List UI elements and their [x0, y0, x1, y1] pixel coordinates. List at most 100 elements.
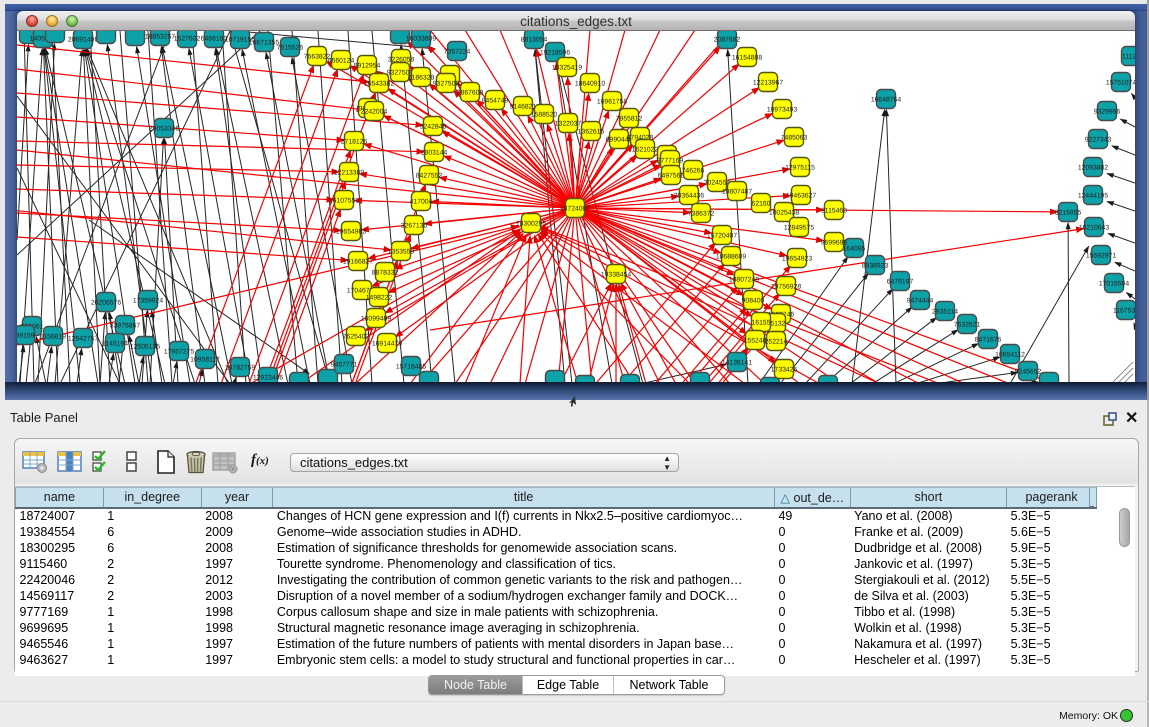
svg-text:9327508: 9327508	[433, 81, 460, 88]
svg-text:17359924: 17359924	[133, 298, 163, 305]
svg-text:7625402: 7625402	[343, 334, 370, 341]
svg-text:1145194: 1145194	[102, 341, 128, 348]
svg-text:9115460: 9115460	[821, 208, 847, 215]
svg-text:9457771: 9457771	[331, 362, 358, 369]
svg-text:19338454: 19338454	[601, 272, 631, 279]
svg-text:14136141: 14136141	[722, 360, 752, 367]
svg-text:16099489: 16099489	[361, 316, 391, 323]
svg-text:62160: 62160	[752, 201, 771, 208]
svg-text:164095: 164095	[843, 246, 866, 253]
svg-text:9777169: 9777169	[657, 158, 684, 165]
svg-text:7485063: 7485063	[781, 135, 808, 142]
svg-text:7357224: 7357224	[444, 49, 471, 56]
svg-text:16154808: 16154808	[732, 55, 762, 62]
svg-text:17016504: 17016504	[1099, 281, 1129, 288]
svg-text:20206576: 20206576	[91, 300, 121, 307]
svg-text:19654923: 19654923	[782, 256, 812, 263]
svg-text:8938923: 8938923	[862, 263, 889, 270]
svg-text:8427552: 8427552	[416, 173, 443, 180]
svg-text:7663822: 7663822	[304, 54, 331, 61]
svg-text:39159: 39159	[17, 333, 35, 340]
svg-text:19756928: 19756928	[771, 284, 801, 291]
svg-text:7632621: 7632621	[954, 322, 981, 329]
svg-text:9699695: 9699695	[821, 240, 848, 247]
svg-text:8215955: 8215955	[1055, 210, 1082, 217]
svg-text:19166827: 19166827	[343, 259, 373, 266]
svg-text:9245652: 9245652	[1015, 369, 1042, 376]
svg-text:746266: 746266	[682, 168, 705, 175]
svg-text:12093882: 12093882	[1078, 165, 1108, 172]
svg-text:10958117: 10958117	[190, 357, 220, 364]
svg-text:17957275: 17957275	[164, 349, 194, 356]
svg-text:6479197: 6479197	[887, 279, 914, 286]
svg-text:1167531: 1167531	[1113, 308, 1135, 315]
svg-text:18724007: 18724007	[560, 206, 590, 213]
svg-text:16961758: 16961758	[597, 99, 627, 106]
svg-text:2242004: 2242004	[361, 109, 388, 116]
svg-text:19654983: 19654983	[336, 229, 366, 236]
svg-text:20364436: 20364436	[674, 193, 704, 200]
svg-text:6497568: 6497568	[658, 173, 685, 180]
svg-text:2803144: 2803144	[421, 150, 448, 157]
svg-text:252214: 252214	[765, 339, 788, 346]
svg-text:12213389: 12213389	[334, 170, 364, 177]
svg-text:8454749: 8454749	[482, 98, 509, 105]
svg-text:12849575: 12849575	[784, 225, 814, 232]
svg-text:8471676: 8471676	[975, 337, 1002, 344]
svg-text:12942757: 12942757	[68, 336, 98, 343]
svg-text:12505135: 12505135	[130, 344, 160, 351]
svg-text:15716485: 15716485	[396, 364, 426, 371]
svg-text:16648764: 16648764	[871, 97, 901, 104]
svg-text:8660124: 8660124	[328, 58, 355, 65]
svg-text:155248: 155248	[744, 338, 767, 345]
svg-text:16543382: 16543382	[364, 81, 394, 88]
svg-text:2087682: 2087682	[714, 37, 741, 44]
svg-text:10025438: 10025438	[769, 210, 799, 217]
svg-text:11123: 11123	[1122, 54, 1135, 61]
svg-text:12975115: 12975115	[785, 165, 815, 172]
svg-text:8912954: 8912954	[354, 63, 381, 70]
svg-text:16107553: 16107553	[329, 198, 359, 205]
svg-text:16671355: 16671355	[249, 40, 279, 47]
svg-text:2867608: 2867608	[457, 90, 484, 97]
svg-text:1498222: 1498222	[366, 295, 393, 302]
svg-text:1621022: 1621022	[632, 147, 659, 154]
svg-text:3024554: 3024554	[704, 180, 731, 187]
svg-text:33975867: 33975867	[110, 323, 140, 330]
svg-text:7955812: 7955812	[616, 116, 643, 123]
svg-text:15751074: 15751074	[1106, 80, 1135, 87]
svg-text:1156819: 1156819	[40, 334, 66, 341]
svg-text:417004: 417004	[410, 199, 433, 206]
svg-text:16914479: 16914479	[372, 341, 402, 348]
svg-text:10688609: 10688609	[716, 254, 746, 261]
svg-text:1322037: 1322037	[555, 121, 582, 128]
svg-text:1362615: 1362615	[578, 129, 605, 136]
svg-text:13325419: 13325419	[552, 65, 582, 72]
svg-text:16155: 16155	[752, 320, 771, 327]
svg-text:12444195: 12444195	[1078, 193, 1108, 200]
svg-text:10654112: 10654112	[995, 352, 1025, 359]
svg-text:9329966: 9329966	[1094, 109, 1121, 116]
svg-text:18300295: 18300295	[516, 221, 546, 228]
svg-text:15692971: 15692971	[1086, 253, 1116, 260]
svg-text:7386372: 7386372	[688, 211, 715, 218]
svg-text:7515526: 7515526	[277, 45, 304, 52]
svg-text:908400: 908400	[742, 298, 765, 305]
svg-text:1353559: 1353559	[388, 249, 415, 256]
svg-text:8186328: 8186328	[408, 75, 435, 82]
svg-text:6466160: 6466160	[201, 36, 228, 43]
svg-text:10807487: 10807487	[722, 189, 752, 196]
svg-text:20691406: 20691406	[68, 37, 98, 44]
svg-text:10973493: 10973493	[767, 107, 797, 114]
svg-text:18640910: 18640910	[575, 81, 605, 88]
svg-text:19218596: 19218596	[540, 50, 570, 57]
svg-text:12923446: 12923446	[253, 375, 283, 382]
svg-text:18807249: 18807249	[729, 277, 759, 284]
svg-text:1527602: 1527602	[174, 36, 201, 43]
svg-text:19463627: 19463627	[786, 193, 816, 200]
svg-text:9474444: 9474444	[907, 298, 934, 305]
svg-text:1588520: 1588520	[531, 112, 558, 119]
svg-text:8813054: 8813054	[521, 37, 548, 44]
svg-text:1733426: 1733426	[771, 367, 798, 374]
svg-text:9227343: 9227343	[1085, 137, 1112, 144]
